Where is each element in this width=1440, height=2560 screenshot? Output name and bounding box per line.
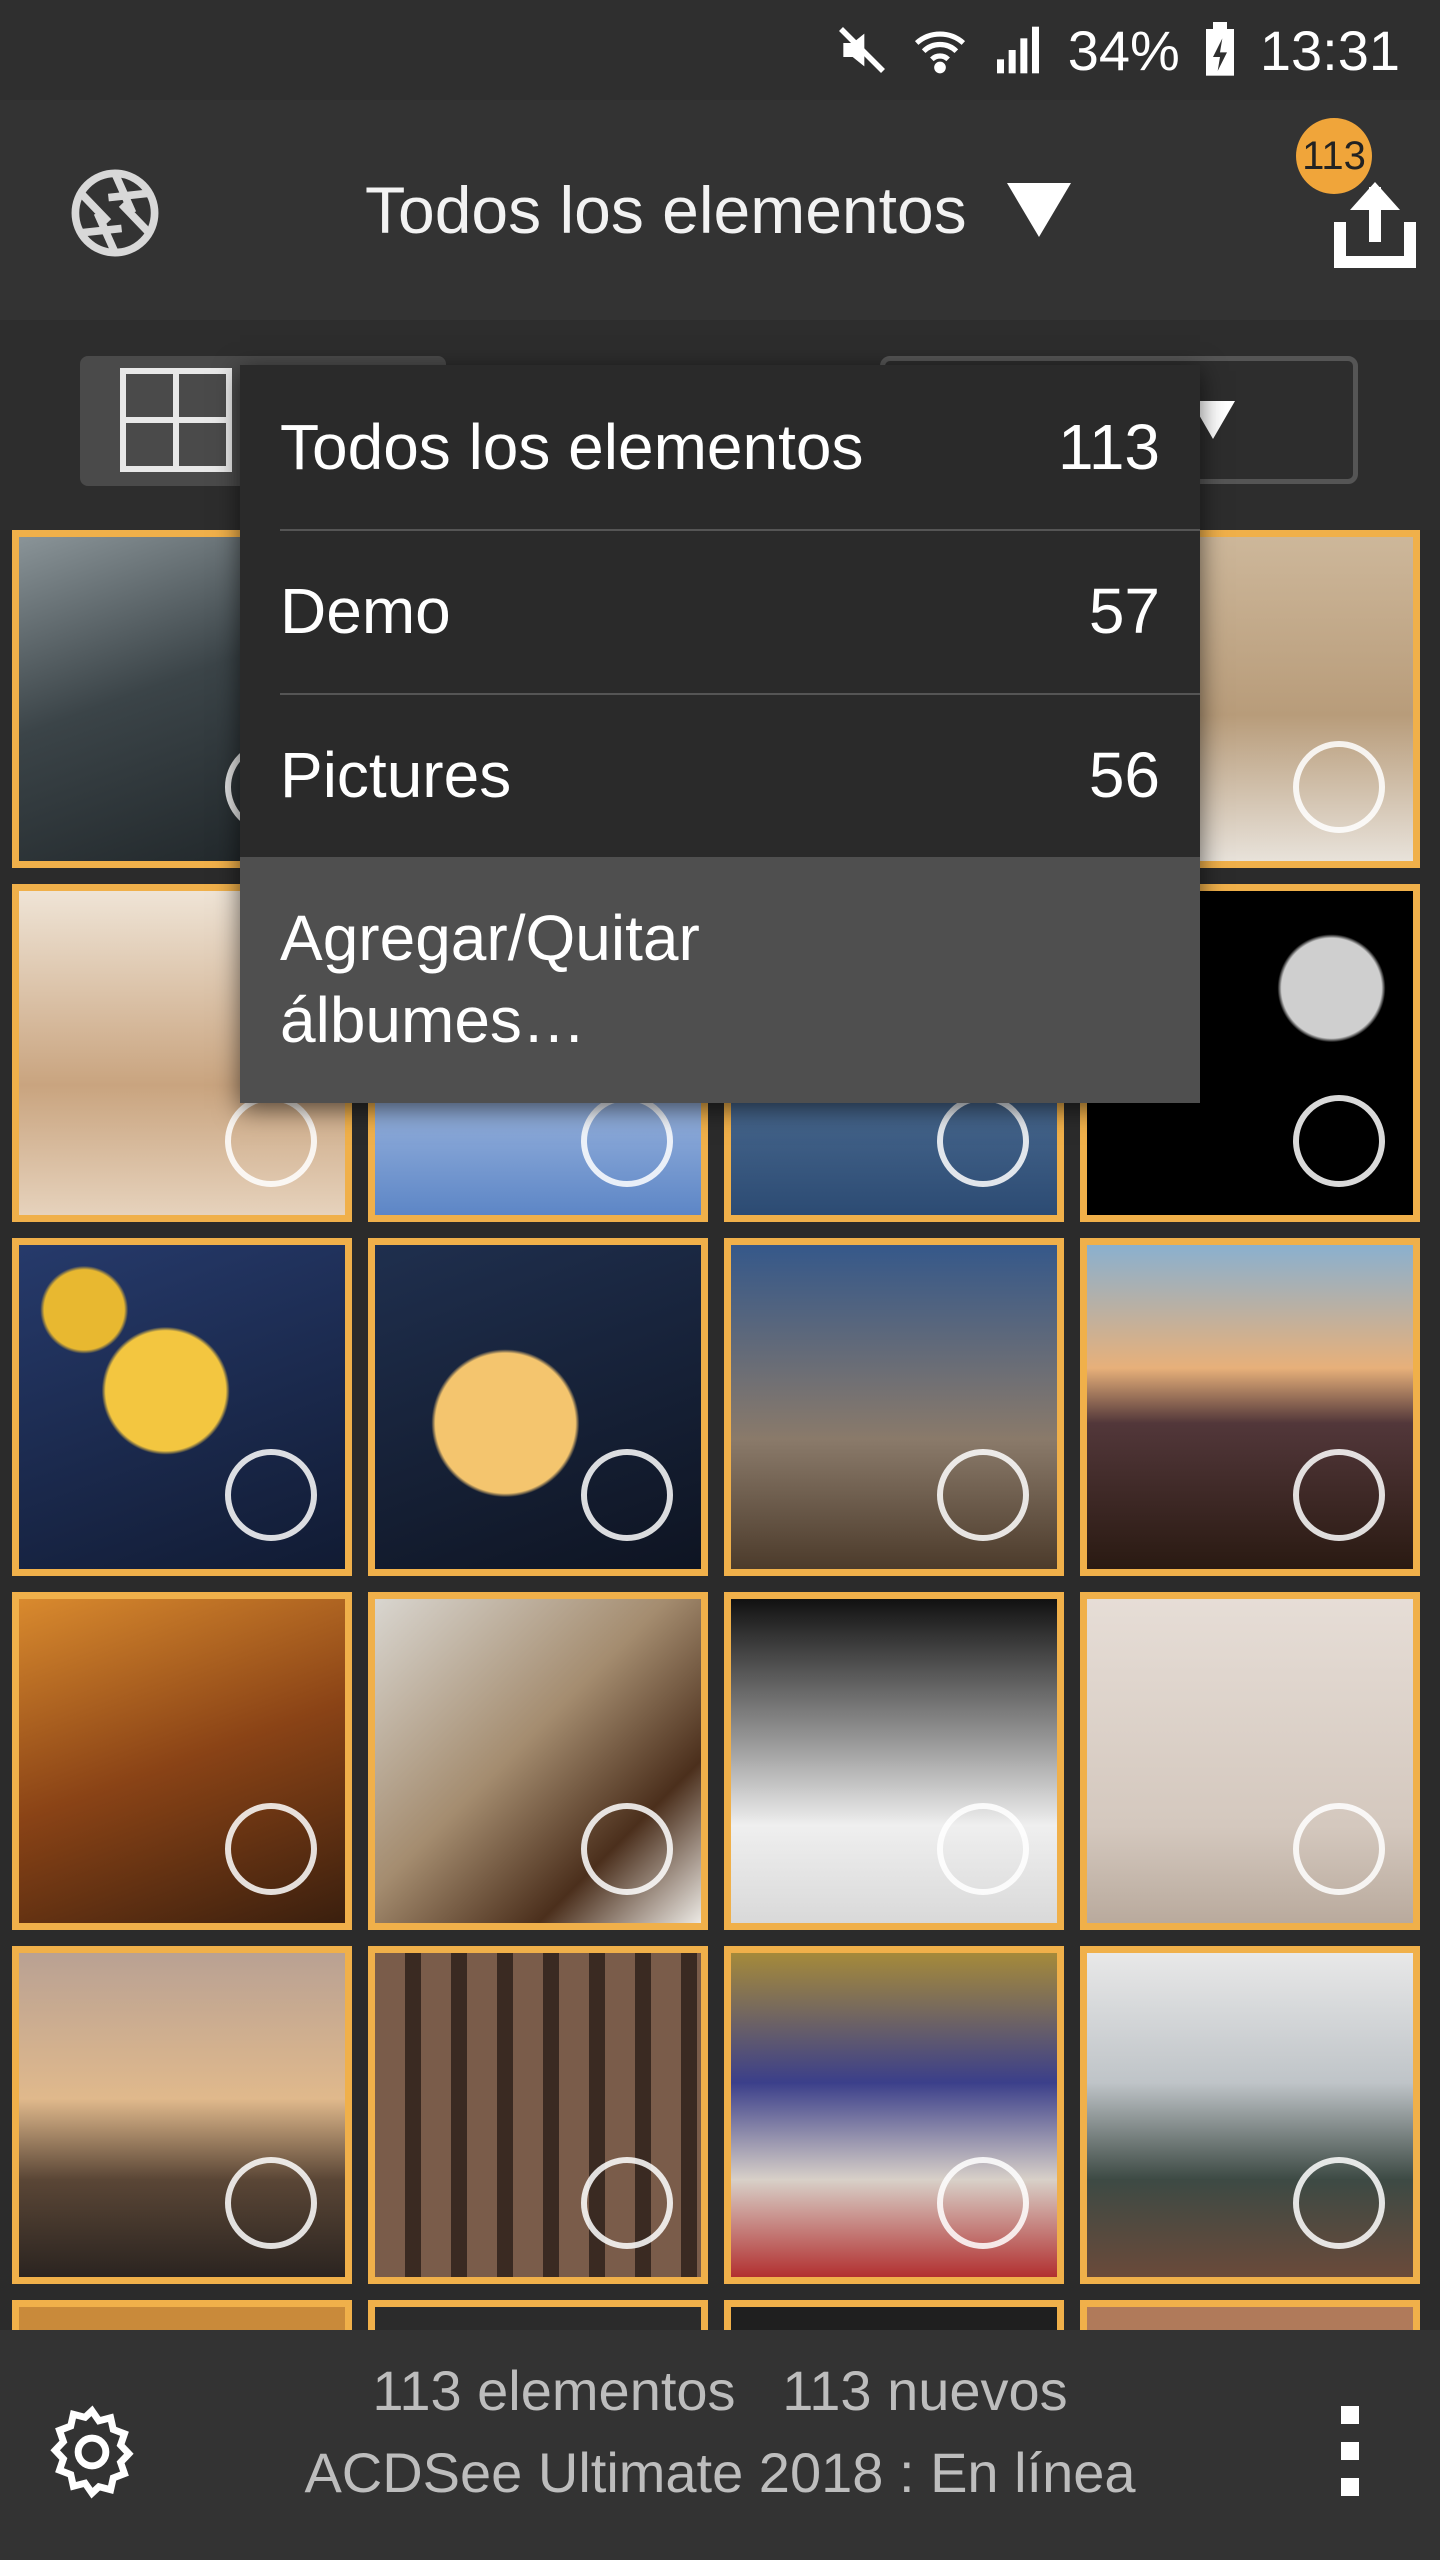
battery-icon xyxy=(1202,22,1238,78)
select-circle[interactable] xyxy=(937,1449,1029,1541)
clock: 13:31 xyxy=(1259,18,1400,82)
photo-thumbnail[interactable] xyxy=(724,1592,1064,1930)
item-count: 113 elementos xyxy=(372,2359,736,2422)
photo-thumbnail[interactable] xyxy=(368,1238,708,1576)
battery-percent: 34% xyxy=(1067,18,1180,82)
signal-icon xyxy=(990,22,1046,78)
album-dropdown-menu: Todos los elementos 113 Demo 57 Pictures… xyxy=(240,365,1200,1103)
album-item-pictures[interactable]: Pictures 56 xyxy=(240,693,1200,857)
add-remove-albums-line1: Agregar/Quitar xyxy=(280,902,700,974)
new-count: 113 nuevos xyxy=(782,2359,1068,2422)
select-circle[interactable] xyxy=(1293,1095,1385,1187)
photo-thumbnail[interactable] xyxy=(1080,1592,1420,1930)
select-circle[interactable] xyxy=(225,1095,317,1187)
select-circle[interactable] xyxy=(1293,1803,1385,1895)
select-circle[interactable] xyxy=(937,1803,1029,1895)
album-title-label: Todos los elementos xyxy=(365,173,967,247)
select-circle[interactable] xyxy=(1293,741,1385,833)
acdsee-logo-icon[interactable] xyxy=(60,158,170,268)
select-circle[interactable] xyxy=(581,1449,673,1541)
photo-thumbnail[interactable] xyxy=(1080,2300,1420,2330)
connection-status: ACDSee Ultimate 2018 : En línea xyxy=(304,2441,1136,2504)
app-bar: Todos los elementos 113 xyxy=(0,100,1440,320)
select-circle[interactable] xyxy=(1293,1449,1385,1541)
mute-icon xyxy=(834,22,890,78)
album-item-all[interactable]: Todos los elementos 113 xyxy=(240,365,1200,529)
select-circle[interactable] xyxy=(225,2157,317,2249)
album-item-demo[interactable]: Demo 57 xyxy=(240,529,1200,693)
photo-thumbnail[interactable] xyxy=(724,2300,1064,2330)
select-circle[interactable] xyxy=(1293,2157,1385,2249)
select-circle[interactable] xyxy=(937,1095,1029,1187)
wifi-icon xyxy=(912,22,968,78)
select-circle[interactable] xyxy=(225,1803,317,1895)
add-remove-albums-line2: álbumes… xyxy=(280,984,586,1056)
select-circle[interactable] xyxy=(225,1449,317,1541)
photo-thumbnail[interactable] xyxy=(1080,1238,1420,1576)
photo-thumbnail[interactable] xyxy=(12,1238,352,1576)
photo-thumbnail[interactable] xyxy=(12,1946,352,2284)
album-item-label: Pictures xyxy=(280,739,512,811)
photo-thumbnail[interactable] xyxy=(12,1592,352,1930)
photo-thumbnail[interactable] xyxy=(368,1946,708,2284)
photo-thumbnail[interactable] xyxy=(368,2300,708,2330)
more-options-button[interactable] xyxy=(1330,2406,1370,2506)
album-item-count: 56 xyxy=(1088,739,1160,811)
select-circle[interactable] xyxy=(581,2157,673,2249)
bottom-bar: 113 elementos 113 nuevos ACDSee Ultimate… xyxy=(0,2330,1440,2560)
album-item-label: Demo xyxy=(280,575,451,647)
photo-thumbnail[interactable] xyxy=(724,1238,1064,1576)
album-item-count: 113 xyxy=(1057,411,1160,483)
photo-thumbnail[interactable] xyxy=(12,2300,352,2330)
item-count-line: 113 elementos 113 nuevos xyxy=(0,2358,1440,2423)
select-circle[interactable] xyxy=(581,1803,673,1895)
photo-thumbnail[interactable] xyxy=(724,1946,1064,2284)
dropdown-triangle-icon xyxy=(1006,183,1071,237)
select-circle[interactable] xyxy=(581,1095,673,1187)
photo-thumbnail[interactable] xyxy=(1080,1946,1420,2284)
select-circle[interactable] xyxy=(937,2157,1029,2249)
album-selector[interactable]: Todos los elementos xyxy=(365,172,1071,248)
status-bar: 34% 13:31 xyxy=(0,0,1440,100)
album-item-label: Todos los elementos xyxy=(280,411,864,483)
photo-thumbnail[interactable] xyxy=(368,1592,708,1930)
upload-count-badge: 113 xyxy=(1296,118,1372,194)
grid-view-icon xyxy=(120,368,232,472)
album-item-count: 57 xyxy=(1088,575,1160,647)
add-remove-albums-button[interactable]: Agregar/Quitar álbumes… xyxy=(240,857,1200,1103)
